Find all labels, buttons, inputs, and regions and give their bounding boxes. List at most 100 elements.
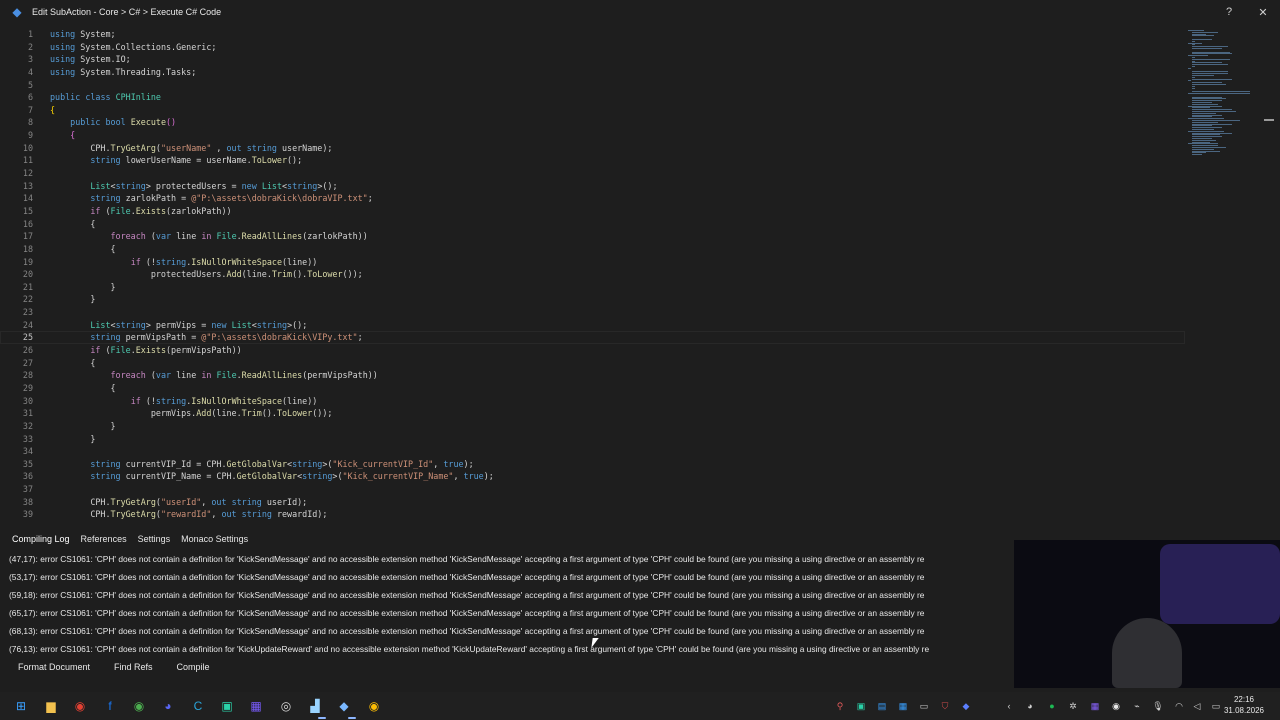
code-line[interactable]: 33 } bbox=[0, 433, 1280, 446]
log-entry[interactable]: (59,18): error CS1061: 'CPH' does not co… bbox=[0, 587, 1014, 605]
code-line[interactable]: 15 if (File.Exists(zarlokPath)) bbox=[0, 205, 1280, 218]
usb-icon[interactable]: ⌁ bbox=[1129, 699, 1145, 713]
log-entry[interactable]: (65,17): error CS1061: 'CPH' does not co… bbox=[0, 605, 1014, 623]
code-line[interactable]: 14 string zarlokPath = @"P:\assets\dobra… bbox=[0, 192, 1280, 205]
code-line[interactable]: 8 public bool Execute() bbox=[0, 116, 1280, 129]
line-number: 20 bbox=[22, 269, 33, 280]
code-line[interactable]: 19 if (!string.IsNullOrWhiteSpace(line)) bbox=[0, 256, 1280, 269]
code-line[interactable]: 20 protectedUsers.Add(line.Trim().ToLowe… bbox=[0, 268, 1280, 281]
code-line[interactable]: 36 string currentVIP_Name = CPH.GetGloba… bbox=[0, 470, 1280, 483]
tray-discord-icon[interactable]: ◕ bbox=[1022, 699, 1038, 713]
code-line[interactable]: 3 using System.IO; bbox=[0, 53, 1280, 66]
code-line[interactable]: 9 { bbox=[0, 129, 1280, 142]
file-explorer-icon[interactable]: ▆ bbox=[42, 697, 60, 715]
volume-icon[interactable]: ◁ bbox=[1189, 699, 1205, 713]
line-number: 30 bbox=[22, 395, 33, 406]
code-line[interactable]: 12 bbox=[0, 167, 1280, 180]
chrome-alt-icon[interactable]: ◉ bbox=[365, 697, 383, 715]
tray-app-icon-1[interactable]: ▣ bbox=[853, 699, 869, 713]
code-line[interactable]: 11 string lowerUserName = userName.ToLow… bbox=[0, 154, 1280, 167]
ccleaner-icon[interactable]: C bbox=[189, 697, 207, 715]
code-line[interactable]: 35 string currentVIP_Id = CPH.GetGlobalV… bbox=[0, 458, 1280, 471]
line-number: 12 bbox=[22, 168, 33, 179]
minimap[interactable] bbox=[1186, 28, 1262, 158]
code-line[interactable]: 1 using System; bbox=[0, 28, 1280, 41]
code-line[interactable]: 2 using System.Collections.Generic; bbox=[0, 41, 1280, 54]
microphone-icon[interactable]: 🎙 bbox=[1150, 699, 1166, 713]
code-line[interactable]: 28 foreach (var line in File.ReadAllLine… bbox=[0, 369, 1280, 382]
tray-app-icon-5[interactable]: ◆ bbox=[958, 699, 974, 713]
title-bar: ◆ Edit SubAction - Core > C# > Execute C… bbox=[0, 0, 1280, 24]
log-entry[interactable]: (68,13): error CS1061: 'CPH' does not co… bbox=[0, 623, 1014, 641]
log-entry[interactable]: (76,13): error CS1061: 'CPH' does not co… bbox=[0, 641, 1014, 655]
code-line[interactable]: 16 { bbox=[0, 218, 1280, 231]
code-line[interactable]: 38 CPH.TryGetArg("userId", out string us… bbox=[0, 496, 1280, 509]
code-text: protectedUsers.Add(line.Trim().ToLower()… bbox=[50, 269, 363, 280]
code-line[interactable]: 17 foreach (var line in File.ReadAllLine… bbox=[0, 230, 1280, 243]
tab-references[interactable]: References bbox=[81, 534, 127, 544]
code-line[interactable]: 30 if (!string.IsNullOrWhiteSpace(line)) bbox=[0, 395, 1280, 408]
chrome-profile-icon[interactable]: ◉ bbox=[130, 697, 148, 715]
code-line[interactable]: 37 bbox=[0, 483, 1280, 496]
find-refs-button[interactable]: Find Refs bbox=[114, 662, 153, 672]
facebook-icon[interactable]: f bbox=[101, 697, 119, 715]
code-line[interactable]: 10 CPH.TryGetArg("userName" , out string… bbox=[0, 142, 1280, 155]
chrome-icon[interactable]: ◉ bbox=[71, 697, 89, 715]
code-line[interactable]: 34 bbox=[0, 445, 1280, 458]
code-line[interactable]: 22 } bbox=[0, 293, 1280, 306]
window-controls: ? ✕ bbox=[1212, 0, 1280, 24]
tray-app-icon-8[interactable]: ◉ bbox=[1108, 699, 1124, 713]
windows-start-icon[interactable]: ⊞ bbox=[12, 697, 30, 715]
code-line[interactable]: 21 } bbox=[0, 281, 1280, 294]
code-line[interactable]: 24 List<string> permVips = new List<stri… bbox=[0, 319, 1280, 332]
code-line[interactable]: 27 { bbox=[0, 357, 1280, 370]
location-icon[interactable]: ⚲ bbox=[832, 699, 848, 713]
tab-settings[interactable]: Settings bbox=[138, 534, 171, 544]
editor-app-icon[interactable]: ▣ bbox=[218, 697, 236, 715]
code-line[interactable]: 31 permVips.Add(line.Trim().ToLower()); bbox=[0, 407, 1280, 420]
code-line[interactable]: 32 } bbox=[0, 420, 1280, 433]
code-line[interactable]: 29 { bbox=[0, 382, 1280, 395]
help-button[interactable]: ? bbox=[1212, 0, 1246, 24]
wifi-icon[interactable]: ◠ bbox=[1171, 699, 1187, 713]
line-number: 28 bbox=[22, 370, 33, 381]
code-line[interactable]: 13 List<string> protectedUsers = new Lis… bbox=[0, 180, 1280, 193]
code-editor[interactable]: 1 using System; 2 using System.Collections.… bbox=[0, 28, 1280, 522]
code-line[interactable]: 4 using System.Threading.Tasks; bbox=[0, 66, 1280, 79]
format-document-button[interactable]: Format Document bbox=[18, 662, 90, 672]
close-button[interactable]: ✕ bbox=[1246, 0, 1280, 24]
tab-monaco-settings[interactable]: Monaco Settings bbox=[181, 534, 248, 544]
editor-scrollbar[interactable] bbox=[1264, 119, 1274, 121]
grid-app-icon[interactable]: ▦ bbox=[247, 697, 265, 715]
tray-app-icon-7[interactable]: ▦ bbox=[1087, 699, 1103, 713]
streamerbot-icon[interactable]: ▟ bbox=[306, 697, 324, 715]
tray-arrow-icon[interactable]: ‹ bbox=[1001, 699, 1017, 713]
tray-app-icon-2[interactable]: ▤ bbox=[874, 699, 890, 713]
tray-app-icon-3[interactable]: ▦ bbox=[895, 699, 911, 713]
code-line[interactable]: 39 CPH.TryGetArg("rewardId", out string … bbox=[0, 508, 1280, 521]
line-number: 18 bbox=[22, 243, 33, 254]
code-line[interactable]: 6 public class CPHInline bbox=[0, 91, 1280, 104]
code-line[interactable]: 5 bbox=[0, 79, 1280, 92]
log-entry[interactable]: (53,17): error CS1061: 'CPH' does not co… bbox=[0, 569, 1014, 587]
code-line[interactable]: 26 if (File.Exists(permVipsPath)) bbox=[0, 344, 1280, 357]
log-entry[interactable]: (47,17): error CS1061: 'CPH' does not co… bbox=[0, 551, 1014, 569]
code-text: { bbox=[50, 104, 56, 115]
obs-icon[interactable]: ◎ bbox=[277, 697, 295, 715]
streamerbot-active-icon[interactable]: ◆ bbox=[335, 697, 353, 715]
taskbar-clock[interactable]: 22:16 31.08.2026 bbox=[1218, 694, 1270, 716]
spotify-icon[interactable]: ● bbox=[1044, 699, 1060, 713]
taskbar-active-indicator bbox=[318, 717, 326, 719]
tab-compiling-log[interactable]: Compiling Log bbox=[12, 534, 70, 544]
code-line[interactable]: 18 { bbox=[0, 243, 1280, 256]
code-text: using System.Collections.Generic; bbox=[50, 41, 217, 52]
discord-icon[interactable]: ◕ bbox=[159, 697, 177, 715]
webcam-overlay bbox=[1014, 540, 1280, 688]
tray-app-icon-4[interactable]: ▭ bbox=[916, 699, 932, 713]
tray-shield-icon[interactable]: ⛉ bbox=[937, 699, 953, 713]
compile-button[interactable]: Compile bbox=[177, 662, 210, 672]
code-line[interactable]: 7{ bbox=[0, 104, 1280, 117]
code-line[interactable]: 25 string permVipsPath = @"P:\assets\dob… bbox=[0, 331, 1185, 345]
code-line[interactable]: 23 bbox=[0, 306, 1280, 319]
tray-app-icon-6[interactable]: ✲ bbox=[1065, 699, 1081, 713]
